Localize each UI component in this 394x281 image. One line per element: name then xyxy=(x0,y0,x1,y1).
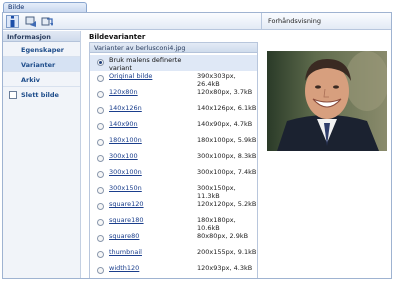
variant-row[interactable]: 300x100n 300x100px, 7.4kB xyxy=(90,167,257,183)
variant-label[interactable]: 300x100n xyxy=(109,168,142,176)
sidebar-item-egenskaper[interactable]: Egenskaper xyxy=(3,42,80,57)
variants-box: Varianter av berlusconi4.jpg Bruk malens… xyxy=(89,42,258,278)
variant-radio[interactable] xyxy=(97,155,104,162)
image-edit-icon[interactable] xyxy=(24,15,37,28)
variant-size: 200x155px, 9.1kB xyxy=(197,248,257,256)
info-icon[interactable] xyxy=(6,15,19,28)
variant-size: 120x120px, 5.2kB xyxy=(197,200,257,208)
variant-label[interactable]: Original bilde xyxy=(109,72,152,80)
preview-panel xyxy=(262,31,391,278)
variant-label[interactable]: 300x150n xyxy=(109,184,142,192)
undo-icon[interactable] xyxy=(40,15,53,28)
variant-radio[interactable] xyxy=(97,171,104,178)
variant-radio[interactable] xyxy=(97,219,104,226)
tab-bilde[interactable]: Bilde xyxy=(3,2,87,12)
variant-row[interactable]: Original bilde 390x303px, 26.4kB xyxy=(90,71,257,88)
variant-row[interactable]: width120 120x93px, 4.3kB xyxy=(90,263,257,278)
variant-label[interactable]: square80 xyxy=(109,232,139,240)
preview-title: Forhåndsvisning xyxy=(268,17,321,25)
delete-label: Slett bilde xyxy=(21,90,59,99)
variant-radio[interactable] xyxy=(97,235,104,242)
variant-label[interactable]: square120 xyxy=(109,200,144,208)
variant-row[interactable]: 140x126n 140x126px, 6.1kB xyxy=(90,103,257,119)
variant-label[interactable]: width120 xyxy=(109,264,139,272)
sidebar: Informasjon Egenskaper Varianter Arkiv S… xyxy=(3,31,81,278)
toolbar-divider xyxy=(261,13,262,30)
variant-radio[interactable] xyxy=(97,187,104,194)
variant-size: 300x100px, 7.4kB xyxy=(197,168,257,176)
variant-size: 140x126px, 6.1kB xyxy=(197,104,257,112)
variant-radio[interactable] xyxy=(97,251,104,258)
variant-row[interactable]: square80 80x80px, 2.9kB xyxy=(90,231,257,247)
variants-title: Bildevarianter xyxy=(89,33,146,41)
sidebar-header: Informasjon xyxy=(3,31,80,42)
variant-label[interactable]: 300x100 xyxy=(109,152,138,160)
variant-radio[interactable] xyxy=(97,107,104,114)
variant-row[interactable]: 120x80n 120x80px, 3.7kB xyxy=(90,87,257,103)
image-panel: Forhåndsvisning Informasjon Egenskaper V… xyxy=(2,12,392,279)
variant-radio[interactable] xyxy=(97,123,104,130)
variant-row[interactable]: square180 180x180px, 10.6kB xyxy=(90,215,257,232)
variant-label[interactable]: 140x126n xyxy=(109,104,142,112)
variant-size: 300x100px, 8.3kB xyxy=(197,152,257,160)
variant-size: 120x93px, 4.3kB xyxy=(197,264,253,272)
delete-image-option[interactable]: Slett bilde xyxy=(3,87,80,102)
variant-size: 140x90px, 4.7kB xyxy=(197,120,253,128)
sidebar-item-varianter[interactable]: Varianter xyxy=(3,57,80,72)
variant-row[interactable]: 300x150n 300x150px, 11.3kB xyxy=(90,183,257,200)
variant-row[interactable]: 180x100n 180x100px, 5.9kB xyxy=(90,135,257,151)
variant-radio[interactable] xyxy=(97,91,104,98)
preview-image xyxy=(267,51,389,151)
variant-size: 80x80px, 2.9kB xyxy=(197,232,249,240)
variant-label[interactable]: 120x80n xyxy=(109,88,138,96)
variant-radio[interactable] xyxy=(97,75,104,82)
variant-row[interactable]: 300x100 300x100px, 8.3kB xyxy=(90,151,257,167)
variant-row[interactable]: 140x90n 140x90px, 4.7kB xyxy=(90,119,257,135)
variant-size: 120x80px, 3.7kB xyxy=(197,88,253,96)
variant-size: 300x150px, 11.3kB xyxy=(197,184,236,200)
variant-label[interactable]: square180 xyxy=(109,216,144,224)
variant-label[interactable]: thumbnail xyxy=(109,248,142,256)
variant-label: Bruk malens definerte variant xyxy=(109,56,182,72)
variant-label[interactable]: 180x100n xyxy=(109,136,142,144)
variant-radio[interactable] xyxy=(97,59,104,66)
variant-row[interactable]: Bruk malens definerte variant xyxy=(90,55,257,72)
variant-row[interactable]: square120 120x120px, 5.2kB xyxy=(90,199,257,215)
variant-label[interactable]: 140x90n xyxy=(109,120,138,128)
variants-panel: Bildevarianter Varianter av berlusconi4.… xyxy=(87,31,260,278)
variant-radio[interactable] xyxy=(97,203,104,210)
variant-size: 390x303px, 26.4kB xyxy=(197,72,236,88)
variant-size: 180x180px, 10.6kB xyxy=(197,216,236,232)
toolbar: Forhåndsvisning xyxy=(3,13,391,30)
variant-size: 180x100px, 5.9kB xyxy=(197,136,257,144)
delete-checkbox[interactable] xyxy=(9,90,17,99)
sidebar-item-arkiv[interactable]: Arkiv xyxy=(3,72,80,87)
variants-box-header: Varianter av berlusconi4.jpg xyxy=(90,43,257,53)
variant-radio[interactable] xyxy=(97,139,104,146)
variant-radio[interactable] xyxy=(97,267,104,274)
variant-row[interactable]: thumbnail 200x155px, 9.1kB xyxy=(90,247,257,263)
